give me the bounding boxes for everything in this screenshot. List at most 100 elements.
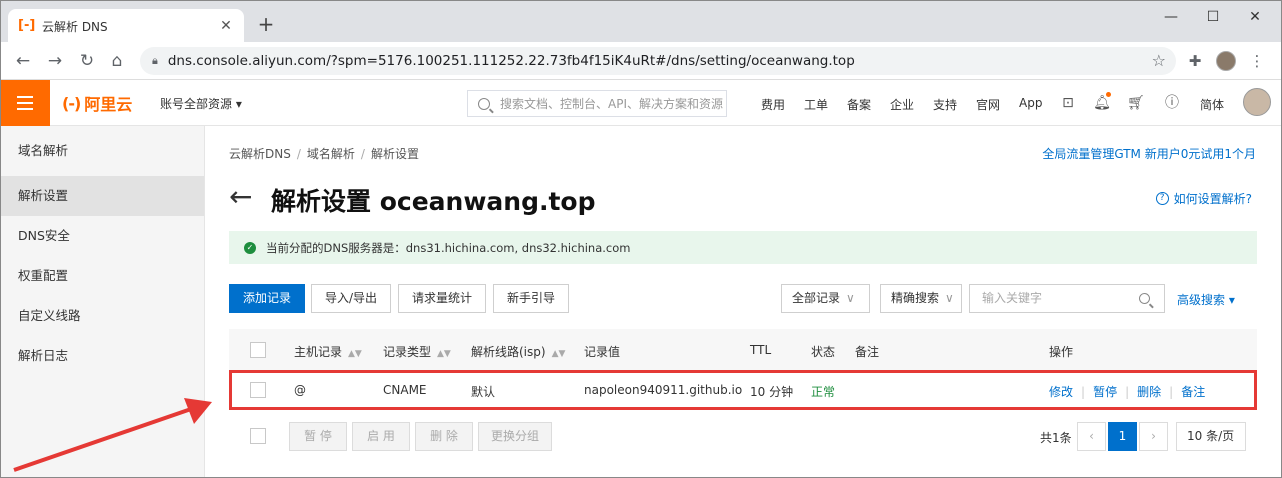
cell-status: 正常 bbox=[811, 385, 836, 399]
batch-delete-button[interactable]: 删 除 bbox=[415, 422, 473, 451]
account-resources-dropdown[interactable]: 账号全部资源 ▾ bbox=[160, 95, 242, 112]
hamburger-menu-icon[interactable] bbox=[0, 80, 50, 126]
annotation-arrow bbox=[13, 398, 212, 472]
record-filter-select[interactable]: 全部记录 ∨ bbox=[781, 284, 870, 313]
import-export-button[interactable]: 导入/导出 bbox=[311, 284, 391, 313]
notice-text: 当前分配的DNS服务器是：dns31.hichina.com, dns32.hi… bbox=[266, 240, 631, 255]
delete-link[interactable]: 删除 bbox=[1137, 385, 1161, 399]
breadcrumb-item[interactable]: 云解析DNS bbox=[229, 147, 291, 161]
extensions-puzzle-icon[interactable]: ✚ bbox=[1184, 51, 1206, 71]
lock-icon: 🔒︎ bbox=[152, 54, 158, 67]
menu-kebab-icon[interactable]: ⋮ bbox=[1246, 51, 1268, 71]
gtm-promo-link[interactable]: 全局流量管理GTM 新用户0元试用1个月 bbox=[1042, 145, 1256, 162]
edit-link[interactable]: 修改 bbox=[1049, 385, 1073, 399]
cell-ttl: 10 分钟 bbox=[750, 385, 794, 399]
batch-select-checkbox[interactable] bbox=[250, 428, 266, 444]
address-bar[interactable]: 🔒︎ dns.console.aliyun.com/?spm=5176.1002… bbox=[140, 47, 1176, 75]
record-filter-value: 全部记录 bbox=[792, 291, 841, 305]
breadcrumb-item: 解析设置 bbox=[370, 147, 419, 161]
beginner-guide-button[interactable]: 新手引导 bbox=[493, 284, 569, 313]
nav-enterprise[interactable]: 企业 bbox=[890, 96, 914, 113]
terminal-icon[interactable]: ⊡ bbox=[1058, 93, 1078, 113]
reload-icon[interactable]: ↻ bbox=[76, 51, 98, 71]
column-host[interactable]: 主机记录 ▲▼ bbox=[294, 343, 362, 360]
sidebar-item-resolve-settings[interactable]: 解析设置 bbox=[0, 176, 204, 216]
sidebar-item-weight-config[interactable]: 权重配置 bbox=[0, 256, 204, 296]
sidebar-item-domain-resolve[interactable]: 域名解析 bbox=[0, 126, 204, 176]
sort-icon: ▲▼ bbox=[551, 349, 566, 359]
browser-tab-strip: [-] 云解析 DNS ✕ + — ☐ ✕ bbox=[0, 0, 1282, 43]
main-content: 云解析DNS / 域名解析 / 解析设置 全局流量管理GTM 新用户0元试用1个月 ← … bbox=[205, 126, 1282, 478]
search-placeholder: 搜索文档、控制台、API、解决方案和资源 bbox=[500, 97, 723, 111]
cart-icon[interactable]: 🛒︎ bbox=[1126, 93, 1146, 113]
change-group-button[interactable]: 更换分组 bbox=[478, 422, 552, 451]
batch-enable-button[interactable]: 启 用 bbox=[352, 422, 410, 451]
nav-app[interactable]: App bbox=[1019, 96, 1042, 110]
keyword-placeholder: 输入关键字 bbox=[982, 291, 1043, 305]
sidebar-item-resolve-logs[interactable]: 解析日志 bbox=[0, 336, 204, 376]
column-type[interactable]: 记录类型 ▲▼ bbox=[383, 343, 451, 360]
sidebar-item-dns-security[interactable]: DNS安全 bbox=[0, 216, 204, 256]
column-status: 状态 bbox=[811, 345, 836, 359]
question-circle-icon: ? bbox=[1155, 192, 1169, 205]
breadcrumb: 云解析DNS / 域名解析 / 解析设置 bbox=[229, 147, 419, 161]
nav-billing[interactable]: 费用 bbox=[761, 96, 785, 113]
remark-link[interactable]: 备注 bbox=[1181, 385, 1205, 399]
keyword-input[interactable]: 输入关键字 bbox=[969, 284, 1165, 313]
sort-icon: ▲▼ bbox=[437, 349, 451, 359]
records-table-header: 主机记录 ▲▼ 记录类型 ▲▼ 解析线路(isp) ▲▼ 记录值 TTL 状态 备注 … bbox=[229, 329, 1257, 371]
dns-server-notice: ✓ 当前分配的DNS服务器是：dns31.hichina.com, dns32.… bbox=[229, 231, 1257, 264]
nav-ticket[interactable]: 工单 bbox=[804, 96, 828, 113]
maximize-icon[interactable]: ☐ bbox=[1198, 7, 1228, 27]
aliyun-favicon-icon: [-] bbox=[18, 18, 36, 33]
notification-dot bbox=[1106, 92, 1111, 97]
add-record-button[interactable]: 添加记录 bbox=[229, 284, 305, 313]
user-avatar[interactable] bbox=[1243, 88, 1271, 116]
global-search-input[interactable]: 搜索文档、控制台、API、解决方案和资源 bbox=[467, 90, 727, 117]
column-ttl: TTL bbox=[750, 343, 772, 357]
back-icon[interactable]: ← bbox=[12, 51, 34, 71]
column-line[interactable]: 解析线路(isp) ▲▼ bbox=[471, 343, 565, 360]
nav-official-site[interactable]: 官网 bbox=[976, 96, 1000, 113]
help-question-icon[interactable]: ⓘ bbox=[1162, 93, 1182, 113]
search-icon[interactable] bbox=[1139, 293, 1150, 304]
close-icon[interactable]: ✕ bbox=[218, 18, 234, 34]
aliyun-logo-mark-icon: (-) bbox=[62, 93, 81, 113]
new-tab-plus-icon[interactable]: + bbox=[256, 13, 276, 37]
logo-text: 阿里云 bbox=[84, 95, 133, 114]
request-stats-button[interactable]: 请求量统计 bbox=[398, 284, 486, 313]
back-arrow-icon[interactable]: ← bbox=[229, 182, 252, 212]
cell-type: CNAME bbox=[383, 383, 427, 397]
search-mode-value: 精确搜索 bbox=[891, 291, 940, 305]
advanced-search-link[interactable]: 高级搜索 ▾ bbox=[1177, 291, 1235, 308]
check-circle-icon: ✓ bbox=[244, 241, 256, 254]
cell-value: napoleon940911.github.io bbox=[584, 383, 743, 397]
next-page-icon[interactable]: › bbox=[1139, 422, 1168, 451]
profile-avatar[interactable] bbox=[1216, 51, 1236, 71]
prev-page-icon[interactable]: ‹ bbox=[1077, 422, 1106, 451]
search-mode-select[interactable]: 精确搜索 ∨ bbox=[880, 284, 962, 313]
page-size-select[interactable]: 10 条/页 bbox=[1176, 422, 1246, 451]
browser-tab[interactable]: [-] 云解析 DNS ✕ bbox=[8, 9, 244, 43]
window-close-icon[interactable]: ✕ bbox=[1240, 7, 1270, 27]
minimize-icon[interactable]: — bbox=[1156, 7, 1186, 27]
home-icon[interactable]: ⌂ bbox=[106, 51, 128, 71]
page-number[interactable]: 1 bbox=[1108, 422, 1137, 451]
language-switch[interactable]: 简体 bbox=[1200, 96, 1224, 113]
sidebar-item-custom-lines[interactable]: 自定义线路 bbox=[0, 296, 204, 336]
how-to-resolve-link[interactable]: ? 如何设置解析? bbox=[1155, 190, 1252, 207]
aliyun-logo[interactable]: (-) 阿里云 bbox=[62, 92, 133, 115]
forward-icon[interactable]: → bbox=[44, 51, 66, 71]
row-checkbox[interactable] bbox=[250, 382, 266, 398]
batch-pause-button[interactable]: 暂 停 bbox=[289, 422, 347, 451]
total-count: 共1条 bbox=[1040, 431, 1072, 445]
table-row: @ CNAME 默认 napoleon940911.github.io 10 分… bbox=[229, 371, 1257, 409]
select-all-checkbox[interactable] bbox=[250, 342, 266, 358]
pause-link[interactable]: 暂停 bbox=[1093, 385, 1117, 399]
nav-icp[interactable]: 备案 bbox=[847, 96, 871, 113]
breadcrumb-item[interactable]: 域名解析 bbox=[307, 147, 355, 161]
nav-support[interactable]: 支持 bbox=[933, 96, 957, 113]
column-ops: 操作 bbox=[1049, 345, 1074, 359]
cell-host: @ bbox=[294, 383, 306, 397]
bookmark-star-icon[interactable]: ☆ bbox=[1152, 51, 1166, 70]
